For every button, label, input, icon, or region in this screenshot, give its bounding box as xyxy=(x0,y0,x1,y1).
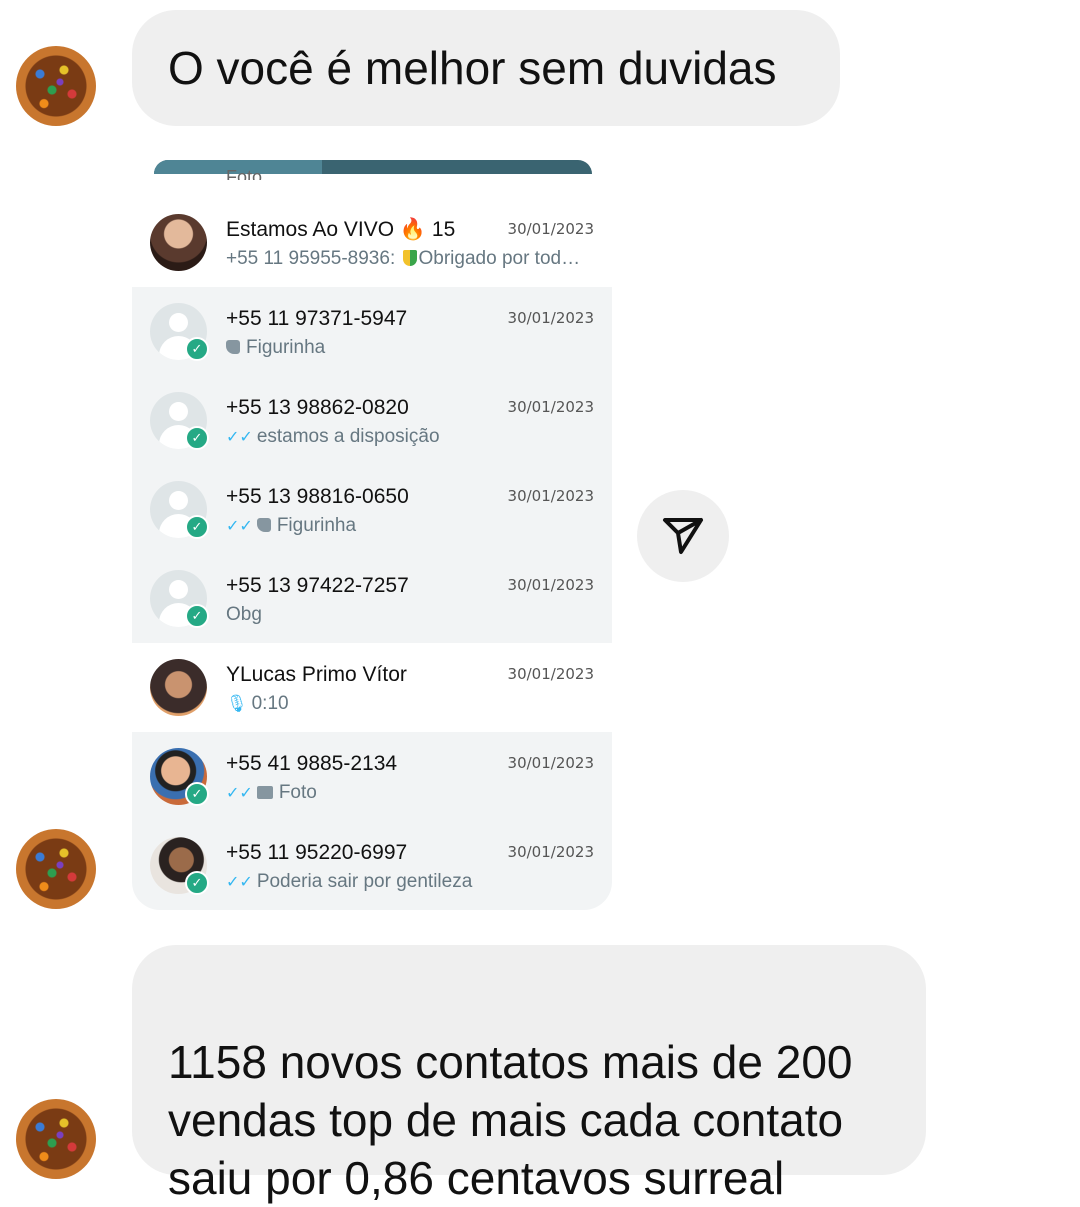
check-icon: ✓ xyxy=(185,337,209,361)
chat-row[interactable]: ✓ +55 11 97371-5947 30/01/2023 Figurinha xyxy=(132,287,612,376)
chat-row[interactable]: ✓ +55 11 95220-6997 30/01/2023 ✓✓ Poderia… xyxy=(132,821,612,910)
screenshot-top-bar xyxy=(154,160,592,174)
chat-preview: ✓✓ Figurinha xyxy=(226,515,357,536)
double-check-icon: ✓✓ xyxy=(226,518,253,535)
chat-row[interactable]: Estamos Ao VIVO 🔥 15 30/01/2023 +55 11 9… xyxy=(132,198,612,287)
double-check-icon: ✓✓ xyxy=(226,785,253,802)
chat-date: 30/01/2023 xyxy=(507,309,594,327)
check-icon: ✓ xyxy=(185,426,209,450)
chat-date: 30/01/2023 xyxy=(507,843,594,861)
fire-icon: 🔥 xyxy=(399,218,427,241)
message-text: O você é melhor sem duvidas xyxy=(168,42,777,94)
chat-name: +55 41 9885-2134 xyxy=(226,752,398,775)
chat-date: 30/01/2023 xyxy=(507,576,594,594)
chat-date: 30/01/2023 xyxy=(507,220,594,238)
chat-name: +55 13 97422-7257 xyxy=(226,574,409,597)
microphone-icon: 🎙 xyxy=(226,694,248,713)
message-bubble[interactable]: 1158 novos contatos mais de 200 vendas t… xyxy=(132,945,926,1204)
chat-preview: ✓✓ Foto xyxy=(226,782,317,803)
chat-preview: ✓✓ estamos a disposição xyxy=(226,426,440,447)
contact-avatar xyxy=(150,214,207,271)
check-icon: ✓ xyxy=(185,604,209,628)
chat-date: 30/01/2023 xyxy=(507,487,594,505)
chat-preview: Figurinha xyxy=(226,337,596,359)
chat-preview: +55 11 95955-8936: Obrigado por tod… xyxy=(226,248,581,269)
sender-avatar[interactable] xyxy=(16,46,96,126)
double-check-icon: ✓✓ xyxy=(226,874,253,891)
chat-date: 30/01/2023 xyxy=(507,398,594,416)
chat-preview: 🎙 0:10 xyxy=(226,693,289,714)
chat-name: +55 13 98862-0820 xyxy=(226,396,409,419)
photo-icon xyxy=(256,786,273,799)
chat-row[interactable]: ✓ +55 41 9885-2134 30/01/2023 ✓✓ Foto xyxy=(132,732,612,821)
sticker-icon xyxy=(256,518,271,532)
check-icon: ✓ xyxy=(185,782,209,806)
chat-row[interactable]: ✓ +55 13 97422-7257 30/01/2023 Obg xyxy=(132,554,612,643)
chat-row[interactable]: ✓ +55 13 98862-0820 30/01/2023 ✓✓ estamos… xyxy=(132,376,612,465)
chat-preview: Obg xyxy=(226,604,262,625)
cutoff-preview: Foto xyxy=(226,167,263,180)
chat-name: YLucas Primo Vítor xyxy=(226,663,407,686)
chat-preview: ✓✓ Poderia sair por gentileza xyxy=(226,871,473,892)
contact-avatar xyxy=(150,659,207,716)
chat-row[interactable]: ✓ +55 13 98816-0650 30/01/2023 ✓✓ Figurin… xyxy=(132,465,612,554)
chat-name: Estamos Ao VIVO 🔥 15 xyxy=(226,218,456,241)
shared-screenshot[interactable]: Foto Estamos Ao VIVO 🔥 15 30/01/2023 +55… xyxy=(132,160,612,910)
double-check-icon: ✓✓ xyxy=(226,429,253,446)
check-icon: ✓ xyxy=(185,871,209,895)
chat-name: +55 11 95220-6997 xyxy=(226,841,408,864)
share-button[interactable] xyxy=(637,490,729,582)
message-bubble[interactable]: O você é melhor sem duvidas xyxy=(132,10,840,126)
paper-plane-icon xyxy=(663,518,703,554)
chat-date: 30/01/2023 xyxy=(507,665,594,683)
check-icon: ✓ xyxy=(185,515,209,539)
chat-date: 30/01/2023 xyxy=(507,754,594,772)
sender-avatar[interactable] xyxy=(16,1099,96,1179)
sticker-icon xyxy=(226,340,240,354)
chat-row[interactable]: YLucas Primo Vítor 30/01/2023 🎙 0:10 xyxy=(132,643,612,732)
beginner-shield-icon xyxy=(402,250,417,266)
sender-avatar[interactable] xyxy=(16,829,96,909)
chat-name: +55 13 98816-0650 xyxy=(226,485,409,508)
chat-name: +55 11 97371-5947 xyxy=(226,307,408,330)
